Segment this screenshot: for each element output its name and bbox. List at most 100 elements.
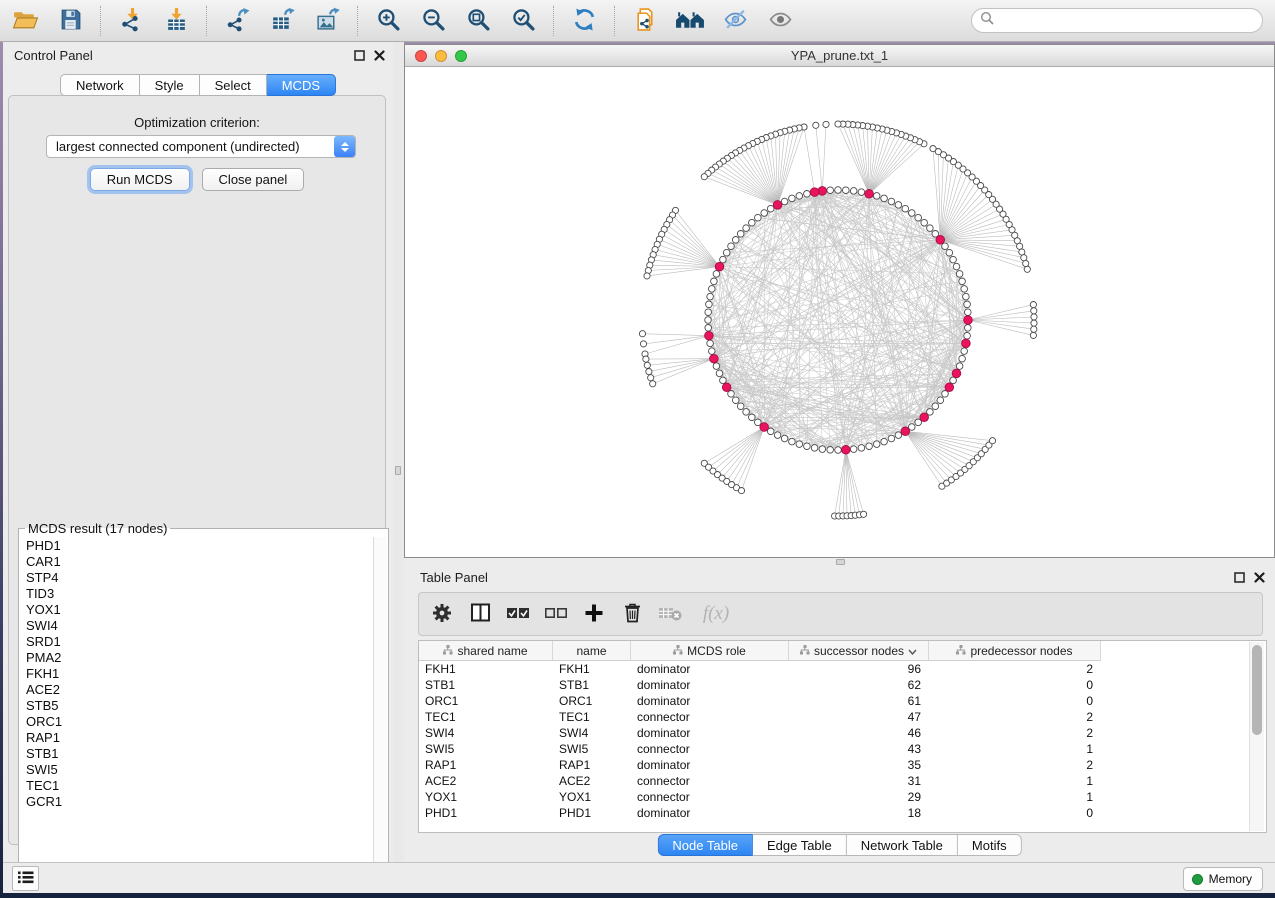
export-table-button[interactable] — [267, 6, 297, 36]
tab-style[interactable]: Style — [140, 74, 200, 96]
close-panel-button[interactable]: Close panel — [202, 168, 305, 191]
network-canvas[interactable] — [405, 67, 1274, 557]
refresh-layout-button[interactable] — [569, 6, 599, 36]
float-table-panel-icon[interactable] — [1234, 570, 1245, 588]
mcds-result-item[interactable]: YOX1 — [20, 602, 372, 618]
export-network-button[interactable] — [222, 6, 252, 36]
table-scrollbar-thumb[interactable] — [1252, 645, 1262, 735]
column-type-icon — [443, 644, 453, 658]
show-columns-button[interactable] — [469, 602, 491, 626]
select-all-button[interactable] — [507, 602, 529, 626]
table-row[interactable]: SWI4SWI4dominator462 — [419, 725, 1250, 741]
clone-network-button[interactable] — [630, 6, 660, 36]
mcds-result-item[interactable]: STP4 — [20, 570, 372, 586]
column-header-shared-name[interactable]: shared name — [419, 641, 553, 661]
zoom-fit-button[interactable] — [463, 6, 493, 36]
tab-node-table[interactable]: Node Table — [657, 834, 753, 856]
mcds-result-item[interactable]: SWI5 — [20, 762, 372, 778]
mcds-result-item[interactable]: ORC1 — [20, 714, 372, 730]
mcds-result-item[interactable]: PMA2 — [20, 650, 372, 666]
show-all-button[interactable] — [765, 6, 795, 36]
mcds-result-item[interactable]: TID3 — [20, 586, 372, 602]
optimization-label: Optimization criterion: — [9, 115, 385, 130]
save-session-button[interactable] — [55, 6, 85, 36]
tab-mcds[interactable]: MCDS — [267, 74, 336, 96]
splitter-grip-h[interactable] — [836, 559, 845, 565]
open-folder-button[interactable] — [10, 6, 40, 36]
table-row[interactable]: RAP1RAP1dominator352 — [419, 757, 1250, 773]
column-label: successor nodes — [814, 644, 904, 658]
table-row[interactable]: YOX1YOX1connector291 — [419, 789, 1250, 805]
mcds-result-item[interactable]: ACE2 — [20, 682, 372, 698]
search-input[interactable] — [1000, 13, 1254, 28]
table-row[interactable]: PHD1PHD1dominator180 — [419, 805, 1250, 821]
column-header-name[interactable]: name — [553, 641, 631, 661]
memory-button[interactable]: Memory — [1183, 867, 1263, 891]
horizontal-splitter[interactable] — [404, 558, 1275, 566]
tab-network-table[interactable]: Network Table — [847, 834, 958, 856]
task-history-button[interactable] — [12, 866, 39, 891]
run-mcds-button[interactable]: Run MCDS — [90, 168, 190, 191]
zoom-out-button[interactable] — [418, 6, 448, 36]
table-scrollbar[interactable] — [1249, 642, 1264, 831]
optimization-criterion-select[interactable]: largest connected component (undirected) — [46, 135, 356, 158]
import-network-button[interactable] — [116, 6, 146, 36]
mcds-result-item[interactable]: PHD1 — [20, 538, 372, 554]
toolbar-separator — [206, 6, 207, 36]
delete-column-button[interactable] — [621, 602, 643, 626]
houses-button[interactable] — [675, 6, 705, 36]
cell-name: TEC1 — [553, 709, 631, 725]
task-list-icon — [17, 870, 34, 888]
column-header-predecessor-nodes[interactable]: predecessor nodes — [929, 641, 1101, 661]
mcds-result-item[interactable]: SWI4 — [20, 618, 372, 634]
mcds-result-item[interactable]: RAP1 — [20, 730, 372, 746]
tab-motifs[interactable]: Motifs — [958, 834, 1022, 856]
cell-mcds-role: dominator — [631, 757, 789, 773]
hide-selected-button[interactable] — [720, 6, 750, 36]
export-image-button[interactable] — [312, 6, 342, 36]
close-panel-icon[interactable] — [374, 49, 385, 64]
cell-name: RAP1 — [553, 757, 631, 773]
function-builder-button[interactable]: f(x) — [697, 602, 735, 626]
import-table-button[interactable] — [161, 6, 191, 36]
table-row[interactable]: SWI5SWI5connector431 — [419, 741, 1250, 757]
table-settings-button[interactable] — [431, 602, 453, 626]
zoom-in-button[interactable] — [373, 6, 403, 36]
zoom-selected-button[interactable] — [508, 6, 538, 36]
column-header-successor-nodes[interactable]: successor nodes — [789, 641, 929, 661]
mcds-result-item[interactable]: STB5 — [20, 698, 372, 714]
delete-table-button[interactable] — [659, 602, 681, 626]
cell-mcds-role: dominator — [631, 661, 789, 677]
tab-network[interactable]: Network — [60, 74, 140, 96]
cell-predecessor-nodes: 2 — [929, 709, 1101, 725]
table-row[interactable]: STB1STB1dominator620 — [419, 677, 1250, 693]
table-row[interactable]: ACE2ACE2connector311 — [419, 773, 1250, 789]
table-row[interactable]: FKH1FKH1dominator962 — [419, 661, 1250, 677]
cell-predecessor-nodes: 2 — [929, 757, 1101, 773]
mcds-result-item[interactable]: STB1 — [20, 746, 372, 762]
table-panel-title: Table Panel — [420, 570, 488, 585]
tab-select[interactable]: Select — [200, 74, 267, 96]
toolbar-separator — [553, 6, 554, 36]
cell-name: FKH1 — [553, 661, 631, 677]
search-box[interactable] — [971, 8, 1263, 33]
mcds-scrollbar[interactable] — [373, 537, 387, 891]
mcds-result-item[interactable]: TEC1 — [20, 778, 372, 794]
mcds-result-item[interactable]: GCR1 — [20, 794, 372, 810]
column-header-mcds-role[interactable]: MCDS role — [631, 641, 789, 661]
tab-edge-table[interactable]: Edge Table — [753, 834, 847, 856]
vertical-splitter[interactable] — [393, 42, 404, 862]
mcds-result-item[interactable]: FKH1 — [20, 666, 372, 682]
table-row[interactable]: ORC1ORC1dominator610 — [419, 693, 1250, 709]
splitter-grip[interactable] — [395, 466, 401, 475]
add-column-button[interactable] — [583, 602, 605, 626]
mcds-result-item[interactable]: CAR1 — [20, 554, 372, 570]
mcds-result-list[interactable]: PHD1CAR1STP4TID3YOX1SWI4SRD1PMA2FKH1ACE2… — [20, 538, 372, 891]
unselect-all-button[interactable] — [545, 602, 567, 626]
cell-name: ACE2 — [553, 773, 631, 789]
zoom-in-icon — [376, 7, 401, 35]
float-panel-icon[interactable] — [354, 49, 365, 64]
close-table-panel-icon[interactable] — [1254, 570, 1265, 588]
mcds-result-item[interactable]: SRD1 — [20, 634, 372, 650]
table-row[interactable]: TEC1TEC1connector472 — [419, 709, 1250, 725]
